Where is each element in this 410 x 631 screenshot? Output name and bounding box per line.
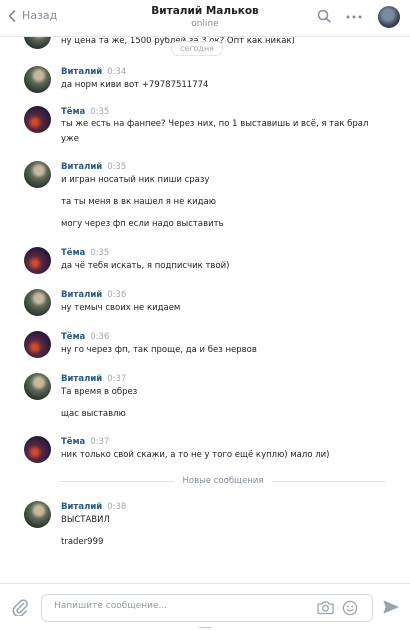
message-text: та ты меня в вк нашел я не кидаю xyxy=(61,197,216,207)
message-text: Та время в обрез xyxy=(61,387,138,397)
sender-name[interactable]: Тёма xyxy=(61,437,85,447)
message-text: да чё тебя искать, я подписчик твой) xyxy=(61,261,230,271)
message-time: 0:37 xyxy=(90,437,110,447)
message-time: 0:35 xyxy=(90,248,110,258)
avatar[interactable] xyxy=(24,501,51,528)
avatar[interactable] xyxy=(24,289,51,316)
new-messages-divider: Новые сообщения xyxy=(60,476,386,486)
message-meta: Тёма 0:37 xyxy=(61,437,109,447)
avatar[interactable] xyxy=(24,436,51,463)
sender-name[interactable]: Виталий xyxy=(61,67,102,77)
message-input[interactable] xyxy=(52,600,296,612)
message-text: ВЫСТАВИЛ xyxy=(61,515,110,525)
sender-name[interactable]: Тёма xyxy=(61,248,85,258)
message-meta: Тёма 0:35 xyxy=(61,107,109,117)
more-icon[interactable] xyxy=(346,15,362,19)
message-meta: Виталий 0:37 xyxy=(61,374,126,384)
send-icon[interactable] xyxy=(383,600,399,614)
avatar[interactable] xyxy=(24,66,51,93)
message-time: 0:37 xyxy=(107,374,127,384)
sender-name[interactable]: Виталий xyxy=(61,290,102,300)
avatar[interactable] xyxy=(24,373,51,400)
avatar[interactable] xyxy=(24,106,51,133)
avatar[interactable] xyxy=(24,161,51,188)
message-time: 0:35 xyxy=(107,162,127,172)
avatar[interactable] xyxy=(24,247,51,274)
message-text: могу через фп если надо выставить xyxy=(61,219,224,229)
message-time: 0:36 xyxy=(90,332,110,342)
message-text: trader999 xyxy=(61,537,104,547)
message-text: да норм киви вот +79787511774 xyxy=(61,80,209,90)
message-time: 0:35 xyxy=(90,107,110,117)
message-input-box[interactable] xyxy=(41,594,373,622)
message-time: 0:36 xyxy=(107,290,127,300)
message-meta: Тёма 0:35 xyxy=(61,248,109,258)
date-badge: сегодня xyxy=(171,41,223,56)
chat-header: Назад Виталий Мальков online xyxy=(0,0,410,37)
resize-grip[interactable] xyxy=(199,627,211,628)
message-meta: Виталий 0:36 xyxy=(61,290,126,300)
sender-name[interactable]: Тёма xyxy=(61,332,85,342)
emoji-icon[interactable] xyxy=(342,600,358,616)
message-meta: Виталий 0:34 xyxy=(61,67,126,77)
message-history[interactable]: ну цена та же, 1500 рублей за 3 ок? Опт … xyxy=(0,36,410,582)
message-meta: Тёма 0:36 xyxy=(61,332,109,342)
avatar[interactable] xyxy=(24,36,51,49)
message-meta: Виталий 0:38 xyxy=(61,502,126,512)
attach-icon[interactable] xyxy=(12,598,28,616)
message-composer xyxy=(0,583,410,631)
message-text: ты же есть на фанпее? Через них, по 1 вы… xyxy=(61,119,369,144)
search-icon[interactable] xyxy=(317,9,331,23)
message-text: ник только свой скажи, а то не у того ещ… xyxy=(61,450,330,460)
message-text: ну темыч своих не кидаем xyxy=(61,303,181,313)
sender-name[interactable]: Виталий xyxy=(61,162,102,172)
camera-icon[interactable] xyxy=(317,600,334,615)
sender-name[interactable]: Тёма xyxy=(61,107,85,117)
message-text: щас выставлю xyxy=(61,409,126,419)
message-text: и игран носатый ник пиши сразу xyxy=(61,175,210,185)
contact-status: online xyxy=(191,19,219,29)
message-time: 0:34 xyxy=(107,67,127,77)
message-time: 0:38 xyxy=(107,502,127,512)
contact-avatar[interactable] xyxy=(378,6,400,28)
message-meta: Виталий 0:35 xyxy=(61,162,126,172)
sender-name[interactable]: Виталий xyxy=(61,374,102,384)
new-messages-label: Новые сообщения xyxy=(174,476,272,486)
sender-name[interactable]: Виталий xyxy=(61,502,102,512)
message-text: ну го через фп, так проще, да и без нерв… xyxy=(61,345,257,355)
avatar[interactable] xyxy=(24,331,51,358)
